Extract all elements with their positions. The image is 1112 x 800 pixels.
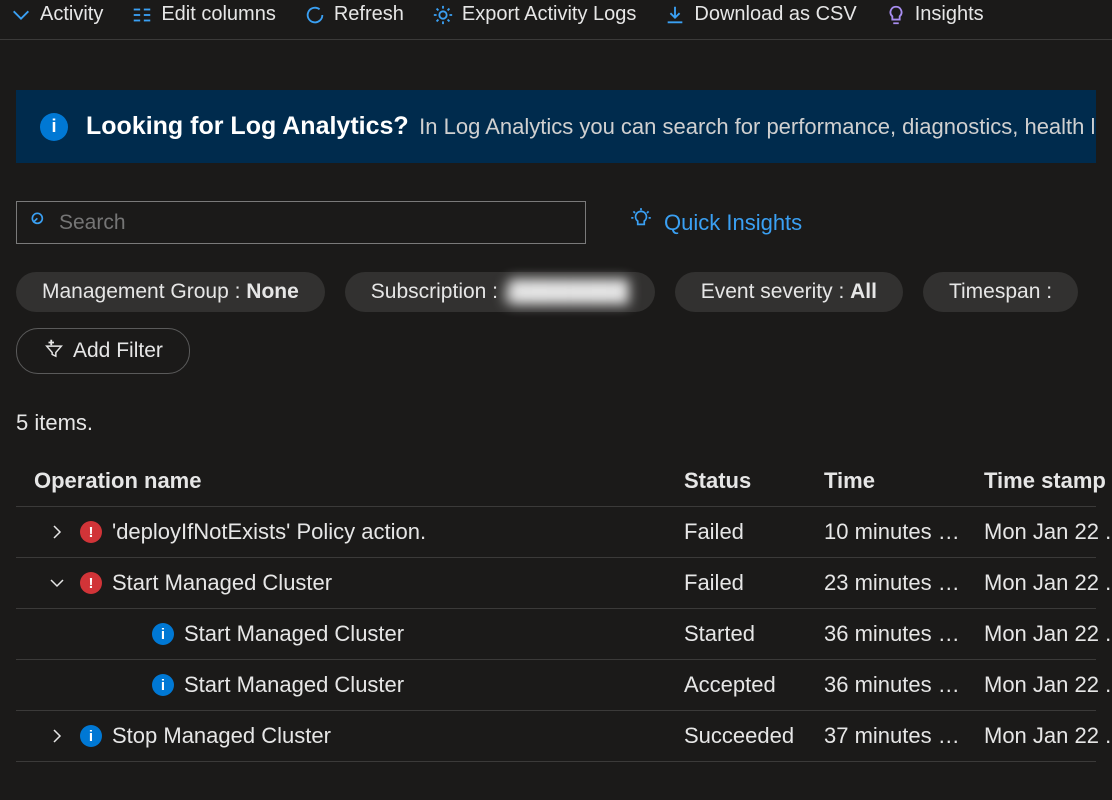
filter-management-group[interactable]: Management Group : None <box>16 272 325 312</box>
activity-label: Activity <box>40 3 103 26</box>
time-cell: 23 minutes … <box>824 570 984 596</box>
col-operation[interactable]: Operation name <box>34 468 684 494</box>
chevron-down-icon[interactable] <box>44 574 70 592</box>
quick-insights-link[interactable]: Quick Insights <box>628 207 802 239</box>
timestamp-cell: Mon Jan 22 . <box>984 519 1112 545</box>
operation-name: 'deployIfNotExists' Policy action. <box>112 519 426 545</box>
add-filter-label: Add Filter <box>73 339 163 363</box>
table-header-row: Operation name Status Time Time stamp <box>16 456 1096 507</box>
edit-columns-label: Edit columns <box>161 3 276 26</box>
search-box[interactable] <box>16 201 586 244</box>
filter-value: All <box>850 280 877 303</box>
timestamp-cell: Mon Jan 22 . <box>984 723 1112 749</box>
export-logs-button[interactable]: Export Activity Logs <box>432 3 637 26</box>
filter-pills: Management Group : None Subscription : j… <box>16 272 1096 312</box>
col-timestamp[interactable]: Time stamp <box>984 468 1112 494</box>
table-row[interactable]: i Start Managed Cluster Started36 minutes … <box>16 609 1096 660</box>
download-csv-label: Download as CSV <box>694 3 856 26</box>
filter-subscription[interactable]: Subscription : j████████ <box>345 272 655 312</box>
filter-label: Timespan : <box>949 280 1052 303</box>
command-bar: Activity Edit columns Refresh Export Act… <box>0 0 1112 40</box>
lightbulb-icon <box>885 4 907 26</box>
chevron-down-icon <box>10 4 32 26</box>
info-icon: i <box>152 674 174 696</box>
item-count: 5 items. <box>16 410 1096 436</box>
search-input[interactable] <box>59 211 573 235</box>
refresh-button[interactable]: Refresh <box>304 3 404 26</box>
timestamp-cell: Mon Jan 22 . <box>984 570 1112 596</box>
search-icon <box>29 210 49 235</box>
error-icon: ! <box>80 572 102 594</box>
status-cell: Failed <box>684 519 824 545</box>
quick-insights-label: Quick Insights <box>664 210 802 236</box>
refresh-icon <box>304 4 326 26</box>
time-cell: 36 minutes … <box>824 672 984 698</box>
table-row[interactable]: ! Start Managed Cluster Failed23 minutes …… <box>16 558 1096 609</box>
add-filter-icon <box>43 337 65 365</box>
col-time[interactable]: Time <box>824 468 984 494</box>
banner-desc: In Log Analytics you can search for perf… <box>419 114 1096 139</box>
time-cell: 37 minutes … <box>824 723 984 749</box>
filter-event-severity[interactable]: Event severity : All <box>675 272 903 312</box>
refresh-label: Refresh <box>334 3 404 26</box>
info-icon: i <box>40 113 68 141</box>
export-logs-label: Export Activity Logs <box>462 3 637 26</box>
operation-name: Start Managed Cluster <box>112 570 332 596</box>
filter-timespan[interactable]: Timespan : <box>923 272 1078 312</box>
edit-columns-button[interactable]: Edit columns <box>131 3 276 26</box>
table-row[interactable]: i Stop Managed Cluster Succeeded37 minutes… <box>16 711 1096 762</box>
filter-label: Subscription : <box>371 280 504 303</box>
filter-value: None <box>246 280 299 303</box>
add-filter-button[interactable]: Add Filter <box>16 328 190 374</box>
status-cell: Succeeded <box>684 723 824 749</box>
chevron-right-icon[interactable] <box>44 523 70 541</box>
chevron-right-icon[interactable] <box>44 727 70 745</box>
time-cell: 36 minutes … <box>824 621 984 647</box>
log-analytics-banner[interactable]: i Looking for Log Analytics? In Log Anal… <box>16 90 1096 163</box>
columns-icon <box>131 4 153 26</box>
error-icon: ! <box>80 521 102 543</box>
timestamp-cell: Mon Jan 22 . <box>984 672 1112 698</box>
filter-value: j████████ <box>504 280 629 303</box>
table-row[interactable]: ! 'deployIfNotExists' Policy action. Faile… <box>16 507 1096 558</box>
info-icon: i <box>152 623 174 645</box>
status-cell: Started <box>684 621 824 647</box>
timestamp-cell: Mon Jan 22 . <box>984 621 1112 647</box>
status-cell: Accepted <box>684 672 824 698</box>
insights-button[interactable]: Insights <box>885 3 984 26</box>
download-icon <box>664 4 686 26</box>
table-row[interactable]: i Start Managed Cluster Accepted36 minutes… <box>16 660 1096 711</box>
operation-name: Start Managed Cluster <box>184 621 404 647</box>
operation-name: Stop Managed Cluster <box>112 723 331 749</box>
time-cell: 10 minutes … <box>824 519 984 545</box>
search-row: Quick Insights <box>16 201 1096 244</box>
status-cell: Failed <box>684 570 824 596</box>
info-icon: i <box>80 725 102 747</box>
insights-bulb-icon <box>628 207 654 239</box>
filter-label: Event severity : <box>701 280 850 303</box>
activity-table: Operation name Status Time Time stamp ! '… <box>16 456 1096 762</box>
gear-icon <box>432 4 454 26</box>
col-status[interactable]: Status <box>684 468 824 494</box>
insights-label: Insights <box>915 3 984 26</box>
banner-title: Looking for Log Analytics? <box>86 112 409 140</box>
activity-dropdown[interactable]: Activity <box>10 3 103 26</box>
filter-label: Management Group : <box>42 280 246 303</box>
operation-name: Start Managed Cluster <box>184 672 404 698</box>
download-csv-button[interactable]: Download as CSV <box>664 3 856 26</box>
